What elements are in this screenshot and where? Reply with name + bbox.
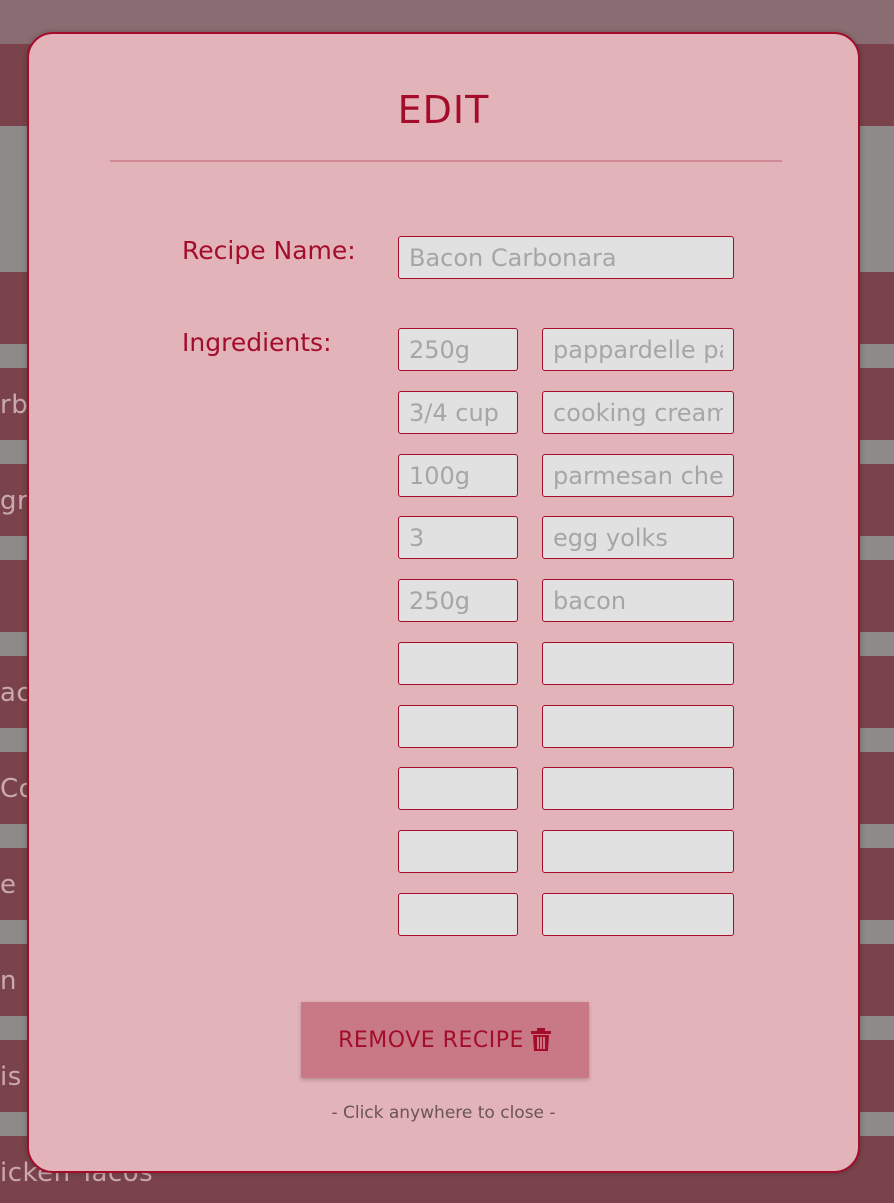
ingredient-name-input[interactable] [542, 830, 734, 873]
ingredients-label: Ingredients: [182, 328, 332, 357]
ingredient-quantity-input[interactable] [398, 391, 518, 434]
ingredient-name-input[interactable] [542, 454, 734, 497]
remove-recipe-button[interactable]: REMOVE RECIPE [301, 1002, 589, 1078]
ingredient-name-input[interactable] [542, 642, 734, 685]
ingredient-quantity-input[interactable] [398, 516, 518, 559]
background-row-label: rb [0, 390, 29, 420]
ingredient-quantity-input[interactable] [398, 830, 518, 873]
edit-recipe-modal: EDIT Recipe Name: Ingredients: REMOVE RE… [27, 32, 860, 1173]
close-hint: - Click anywhere to close - [331, 1103, 556, 1123]
recipe-name-input[interactable] [398, 236, 734, 279]
ingredient-name-input[interactable] [542, 391, 734, 434]
ingredient-name-input[interactable] [542, 705, 734, 748]
ingredient-name-input[interactable] [542, 579, 734, 622]
ingredient-name-input[interactable] [542, 767, 734, 810]
trash-icon [530, 1028, 552, 1052]
recipe-name-label: Recipe Name: [182, 236, 356, 265]
background-row-label: is [0, 1062, 22, 1092]
ingredient-name-input[interactable] [542, 328, 734, 371]
modal-title: EDIT [397, 88, 490, 132]
remove-recipe-button-label: REMOVE RECIPE [338, 1027, 524, 1053]
background-row-label: gr [0, 486, 29, 516]
ingredient-quantity-input[interactable] [398, 328, 518, 371]
ingredient-quantity-input[interactable] [398, 579, 518, 622]
ingredient-quantity-input[interactable] [398, 642, 518, 685]
ingredient-quantity-input[interactable] [398, 767, 518, 810]
title-divider [110, 160, 782, 162]
ingredient-name-input[interactable] [542, 516, 734, 559]
ingredient-quantity-input[interactable] [398, 893, 518, 936]
ingredient-quantity-input[interactable] [398, 454, 518, 497]
ingredient-quantity-input[interactable] [398, 705, 518, 748]
ingredient-name-input[interactable] [542, 893, 734, 936]
